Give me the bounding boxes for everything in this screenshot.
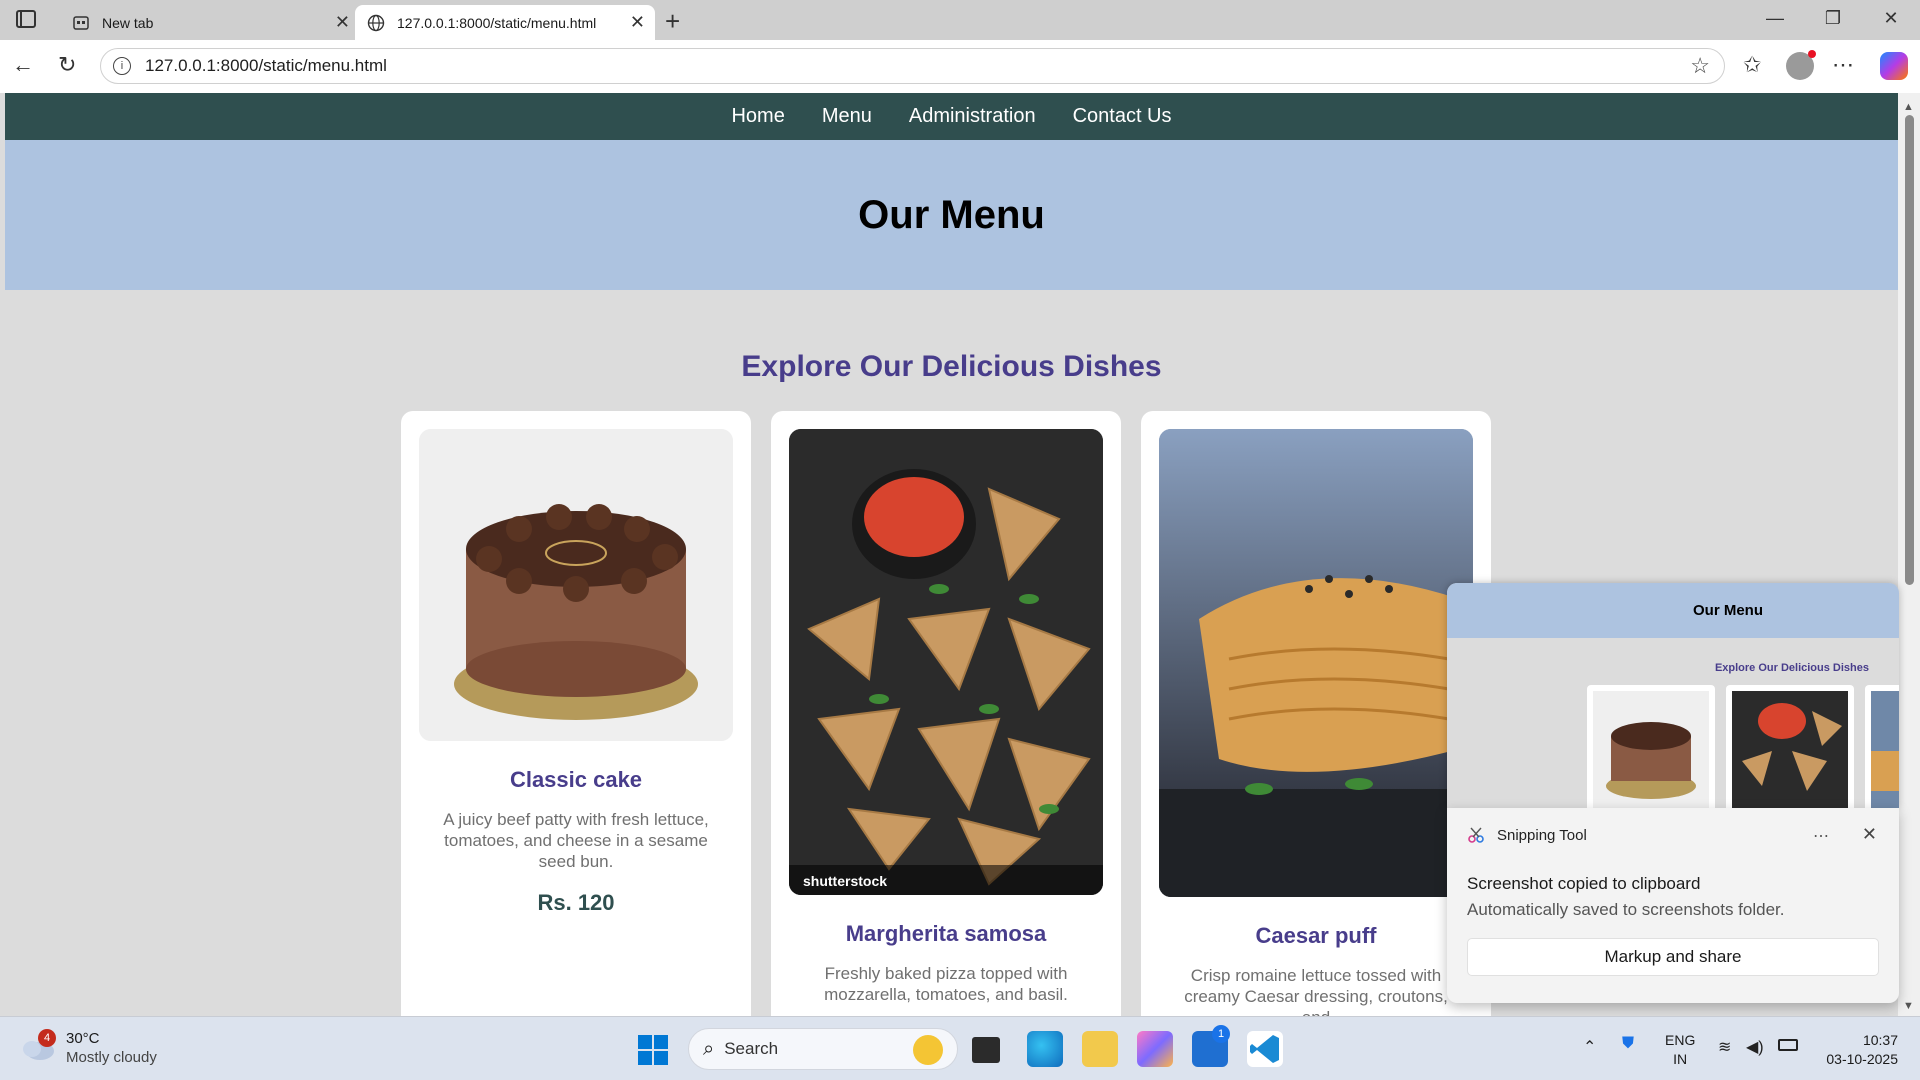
menu-card-caesar-puff: Caesar puff Crisp romaine lettuce tossed… [1141, 411, 1491, 1016]
screenshot-preview[interactable]: Our Menu Explore Our Delicious Dishes [1447, 583, 1899, 808]
nav-menu[interactable]: Menu [822, 105, 872, 128]
menu-card-margherita-samosa: shutterstock Margherita samosa Freshly b… [771, 411, 1121, 1016]
close-window-icon[interactable]: ✕ [1868, 8, 1914, 29]
snipping-tool-icon [1467, 826, 1485, 844]
copilot-icon[interactable] [1880, 52, 1908, 80]
restore-icon[interactable]: ❐ [1810, 8, 1856, 29]
task-view-icon[interactable] [972, 1037, 1000, 1063]
security-shield-icon[interactable]: ⛊ [1622, 1035, 1634, 1053]
more-options-icon[interactable]: ⋯ [1832, 52, 1854, 78]
language-indicator[interactable]: ENG IN [1665, 1031, 1695, 1069]
clock[interactable]: 10:37 03-10-2025 [1818, 1031, 1898, 1069]
favorite-star-icon[interactable]: ☆ [1690, 53, 1710, 79]
tab-label: 127.0.0.1:8000/static/menu.html [397, 14, 597, 31]
weather-text: 30°C Mostly cloudy [66, 1029, 157, 1067]
nav-contact-us[interactable]: Contact Us [1073, 105, 1172, 128]
tab-label: New tab [102, 14, 154, 31]
file-explorer-icon[interactable] [1082, 1031, 1118, 1067]
scroll-down-icon[interactable]: ▼ [1903, 1000, 1914, 1012]
weather-badge: 4 [38, 1029, 56, 1047]
scroll-thumb[interactable] [1905, 115, 1914, 585]
dish-description: Freshly baked pizza topped with mozzarel… [824, 964, 1068, 1004]
dish-name: Margherita samosa [845, 921, 1047, 946]
preview-card [1587, 685, 1715, 808]
edge-browser-icon[interactable] [1027, 1031, 1063, 1067]
site-nav: Home Menu Administration Contact Us [5, 93, 1898, 140]
nav-administration[interactable]: Administration [909, 105, 1036, 128]
section-title: Explore Our Delicious Dishes [741, 350, 1162, 383]
copilot-app-icon[interactable] [1137, 1031, 1173, 1067]
page-scrollbar[interactable]: ▲ ▼ [1898, 93, 1920, 1016]
tab-menu-page[interactable]: 127.0.0.1:8000/static/menu.html ✕ [355, 5, 655, 40]
dish-price: Rs. 120 [537, 890, 615, 915]
vscode-icon[interactable] [1247, 1031, 1283, 1067]
cake-image [419, 429, 733, 741]
preview-card [1726, 685, 1854, 808]
preview-section-title: Explore Our Delicious Dishes [1714, 662, 1869, 674]
volume-icon[interactable]: ◀) [1746, 1037, 1764, 1057]
more-options-icon[interactable]: ⋯ [1813, 826, 1829, 846]
new-tab-button[interactable]: + [665, 6, 680, 37]
chevron-up-icon[interactable]: ⌃ [1583, 1037, 1596, 1057]
start-windows-icon[interactable] [638, 1035, 668, 1065]
puff-image [1159, 429, 1473, 897]
tab-new-tab[interactable]: New tab ✕ [60, 5, 360, 40]
samosa-image: shutterstock [789, 429, 1103, 895]
weather-condition: Mostly cloudy [66, 1049, 157, 1066]
toast-title: Screenshot copied to clipboard [1467, 874, 1701, 893]
dish-name: Classic cake [509, 767, 643, 792]
notification-dot [1808, 50, 1816, 58]
markup-and-share-button[interactable]: Markup and share [1467, 938, 1879, 976]
favorites-icon[interactable]: ✩ [1743, 52, 1761, 78]
menu-card-classic-cake: Classic cake A juicy beef patty with fre… [401, 411, 751, 1016]
microsoft-store-icon[interactable]: 1 [1192, 1025, 1230, 1067]
url-text[interactable]: 127.0.0.1:8000/static/menu.html [145, 56, 387, 76]
nav-home[interactable]: Home [731, 105, 784, 128]
url-field[interactable]: i 127.0.0.1:8000/static/menu.html ☆ [100, 48, 1725, 84]
wifi-icon[interactable]: ≋ [1718, 1037, 1731, 1057]
site-info-icon[interactable]: i [113, 57, 131, 75]
store-badge: 1 [1212, 1025, 1230, 1043]
close-icon[interactable]: ✕ [1862, 824, 1877, 845]
tab-actions-icon[interactable] [16, 10, 36, 28]
back-arrow-icon[interactable]: ← [12, 52, 34, 78]
taskbar-search[interactable]: ⌕ Search [688, 1028, 958, 1070]
new-tab-page-icon [72, 14, 90, 32]
lang-line1: ENG [1665, 1032, 1696, 1048]
dish-description: Crisp romaine lettuce tossed with creamy… [1184, 966, 1448, 1016]
snipping-tool-notification: Snipping Tool ⋯ ✕ Screenshot copied to c… [1447, 808, 1899, 1003]
weather-temp: 30°C [66, 1030, 100, 1047]
toast-app-name: Snipping Tool [1497, 826, 1587, 844]
page-title: Our Menu [858, 192, 1045, 237]
cloud-icon: 4 [20, 1029, 56, 1061]
hero-banner: Our Menu [5, 140, 1898, 290]
address-bar-row: ← ↻ i 127.0.0.1:8000/static/menu.html ☆ … [0, 40, 1920, 93]
date: 03-10-2025 [1826, 1051, 1898, 1067]
search-icon: ⌕ [703, 1037, 715, 1060]
close-tab-icon[interactable]: ✕ [335, 12, 350, 33]
minimize-icon[interactable]: — [1752, 8, 1798, 29]
preview-hero: Our Menu [1447, 583, 1899, 638]
taskbar: 4 30°C Mostly cloudy ⌕ Search 1 ⌃ ⛊ ENG … [0, 1016, 1920, 1080]
search-placeholder: Search [724, 1039, 779, 1058]
refresh-icon[interactable]: ↻ [58, 52, 76, 78]
preview-card [1865, 685, 1899, 808]
dish-name: Caesar puff [1255, 923, 1377, 948]
tab-bar: New tab ✕ 127.0.0.1:8000/static/menu.htm… [0, 0, 1920, 40]
scroll-up-icon[interactable]: ▲ [1903, 101, 1914, 113]
menu-cards: Classic cake A juicy beef patty with fre… [401, 411, 1491, 1016]
toast-body: Automatically saved to screenshots folde… [1467, 900, 1785, 919]
lang-line2: IN [1673, 1051, 1688, 1067]
battery-icon[interactable] [1778, 1039, 1798, 1051]
dish-description: A juicy beef patty with fresh lettuce, t… [443, 810, 709, 871]
time: 10:37 [1862, 1032, 1898, 1048]
globe-icon [367, 14, 385, 32]
close-tab-icon[interactable]: ✕ [630, 12, 645, 33]
watermark-text: shutterstock [803, 873, 888, 889]
search-highlight-icon [913, 1035, 943, 1065]
weather-widget[interactable]: 4 30°C Mostly cloudy [20, 1029, 157, 1067]
